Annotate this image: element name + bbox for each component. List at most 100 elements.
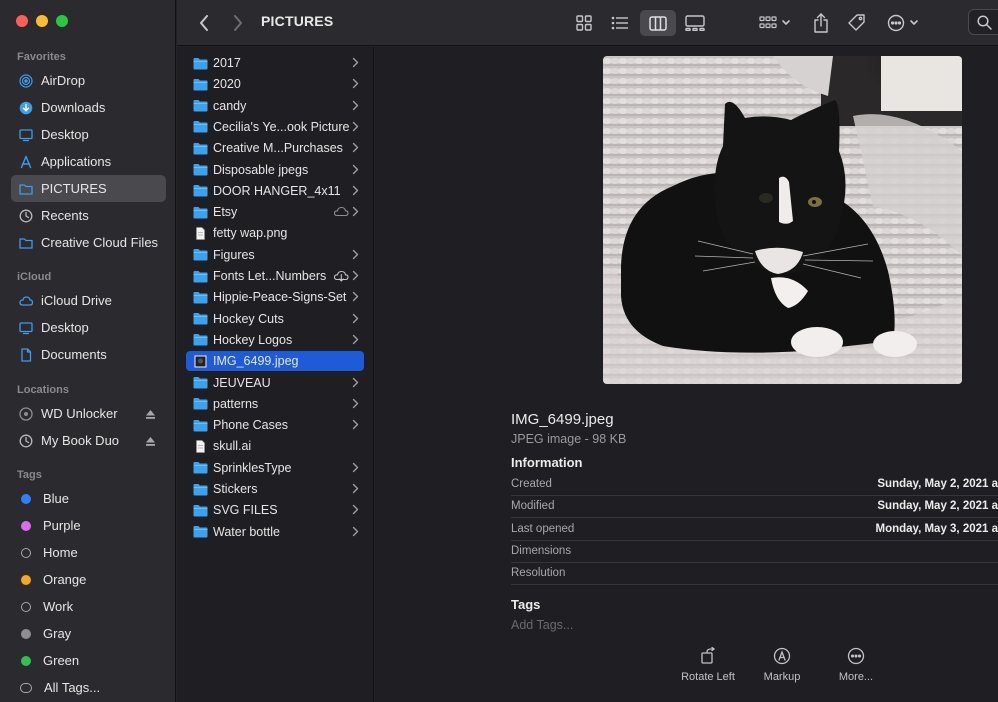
folder-row[interactable]: JEUVEAU	[186, 373, 364, 393]
folder-row[interactable]: Hippie-Peace-Signs-Set	[186, 287, 364, 307]
more-button[interactable]: More...	[821, 647, 891, 683]
folder-row[interactable]: Creative M...Purchases	[186, 138, 364, 158]
folder-row[interactable]: Phone Cases	[186, 415, 364, 435]
cloud-download-icon[interactable]	[333, 269, 349, 282]
tag-button[interactable]	[845, 10, 869, 36]
sidebar-tag-green[interactable]: Green	[0, 647, 176, 674]
sidebar-tag-gray[interactable]: Gray	[0, 620, 176, 647]
tag-empty-dot	[21, 601, 31, 612]
image-preview	[603, 56, 962, 384]
folder-row[interactable]: Disposable jpegs	[186, 160, 364, 180]
file-row[interactable]: fetty wap.png	[186, 223, 364, 243]
sidebar-item-label: iCloud Drive	[41, 293, 112, 308]
sidebar-item-creative-cloud-files[interactable]: Creative Cloud Files	[0, 229, 176, 256]
folder-icon	[193, 78, 208, 91]
row-label: Phone Cases	[213, 418, 289, 433]
folder-row[interactable]: Figures	[186, 245, 364, 265]
share-button[interactable]	[809, 10, 833, 36]
chevron-right-icon	[352, 164, 359, 175]
back-button[interactable]	[195, 10, 213, 36]
sidebar-item-my-book-duo[interactable]: My Book Duo	[0, 427, 176, 454]
folder-row[interactable]: patterns	[186, 394, 364, 414]
sidebar-item-desktop[interactable]: Desktop	[0, 121, 176, 148]
row-label: JEUVEAU	[213, 375, 271, 390]
folder-row[interactable]: candy	[186, 96, 364, 116]
eject-icon[interactable]	[145, 408, 156, 419]
sidebar-tag-label: Blue	[43, 491, 70, 506]
sidebar-item-wd-unlocker[interactable]: WD Unlocker	[0, 400, 176, 427]
sidebar-tag-purple[interactable]: Purple	[0, 512, 176, 539]
action-menu-button[interactable]	[885, 10, 923, 36]
folder-row[interactable]: Etsy	[186, 202, 364, 222]
chevron-right-icon	[352, 504, 359, 515]
folder-icon	[193, 461, 208, 474]
sidebar-tag-orange[interactable]: Orange	[0, 566, 176, 593]
minimize-button[interactable]	[36, 15, 48, 27]
folder-icon	[193, 291, 208, 304]
chevron-right-icon	[352, 483, 359, 494]
row-label: IMG_6499.jpeg	[213, 354, 299, 369]
sidebar-tag-work[interactable]: Work	[0, 593, 176, 620]
close-button[interactable]	[16, 15, 28, 27]
clock-icon	[19, 434, 33, 448]
folder-row[interactable]: Hockey Logos	[186, 330, 364, 350]
sidebar-item-label: Desktop	[41, 127, 89, 142]
markup-label: Markup	[763, 671, 801, 683]
folder-icon	[193, 57, 208, 70]
folder-icon	[193, 206, 208, 219]
sidebar-item-icloud-icloud-drive[interactable]: iCloud Drive	[0, 287, 176, 314]
folder-row[interactable]: Water bottle	[186, 522, 364, 542]
folder-row[interactable]: SprinklesType	[186, 458, 364, 478]
forward-button[interactable]	[229, 10, 247, 36]
rotate-left-button[interactable]: Rotate Left	[673, 647, 743, 683]
search-field[interactable]	[968, 9, 998, 35]
folder-row[interactable]: Stickers	[186, 479, 364, 499]
sidebar-item-downloads[interactable]: Downloads	[0, 94, 176, 121]
info-label: Resolution	[511, 567, 566, 580]
file-row[interactable]: skull.ai	[186, 436, 364, 456]
zoom-button[interactable]	[56, 15, 68, 27]
folder-row[interactable]: 2020	[186, 74, 364, 94]
sidebar-item-pictures[interactable]: PICTURES	[11, 175, 166, 202]
file-row[interactable]: IMG_6499.jpeg	[186, 351, 364, 372]
share-icon	[814, 13, 828, 33]
sidebar-item-recents[interactable]: Recents	[0, 202, 176, 229]
sidebar-item-label: Documents	[41, 347, 107, 362]
cloud-icon[interactable]	[333, 205, 349, 218]
add-tags-field[interactable]: Add Tags...	[511, 618, 573, 632]
sidebar-item-icloud-documents[interactable]: Documents	[0, 341, 176, 368]
sidebar-tag-label: Green	[43, 653, 80, 668]
folder-row[interactable]: DOOR HANGER_4x11	[186, 181, 364, 201]
list-view-button[interactable]	[607, 10, 633, 36]
list-icon	[611, 16, 628, 30]
row-label: DOOR HANGER_4x11	[213, 183, 341, 198]
row-label: Disposable jpegs	[213, 162, 309, 177]
tag-empty-dot	[21, 547, 31, 558]
group-by-button[interactable]	[757, 10, 793, 36]
folder-row[interactable]: Cecilia's Ye...ook Picture	[186, 117, 364, 137]
toolbar: PICTURES	[177, 0, 998, 46]
chevron-right-icon	[352, 121, 359, 132]
sidebar-item-airdrop[interactable]: AirDrop	[0, 67, 176, 94]
markup-button[interactable]: Markup	[747, 647, 817, 683]
row-label: Cecilia's Ye...ook Picture	[213, 119, 350, 134]
sidebar-tag-home[interactable]: Home	[0, 539, 176, 566]
more-label: More...	[838, 671, 874, 683]
folder-row[interactable]: Fonts Let...Numbers	[186, 266, 364, 286]
all-tags-icon	[20, 682, 32, 693]
sidebar-tag-blue[interactable]: Blue	[0, 485, 176, 512]
icon-view-button[interactable]	[571, 10, 597, 36]
row-label: Figures	[213, 247, 255, 262]
sidebar-item-applications[interactable]: Applications	[0, 148, 176, 175]
folder-icon	[193, 312, 208, 325]
eject-icon[interactable]	[145, 435, 156, 446]
sidebar-tag-all-tags[interactable]: All Tags...	[0, 674, 176, 701]
folder-row[interactable]: SVG FILES	[186, 500, 364, 520]
folder-row[interactable]: Hockey Cuts	[186, 309, 364, 329]
gallery-view-button[interactable]	[682, 10, 708, 36]
finder-window: Favorites AirDrop Downloads Desktop Applica…	[0, 0, 998, 702]
column-view-button[interactable]	[640, 10, 676, 36]
sidebar-item-icloud-desktop[interactable]: Desktop	[0, 314, 176, 341]
tag-color-dot	[21, 574, 31, 585]
folder-row[interactable]: 2017	[186, 53, 364, 73]
